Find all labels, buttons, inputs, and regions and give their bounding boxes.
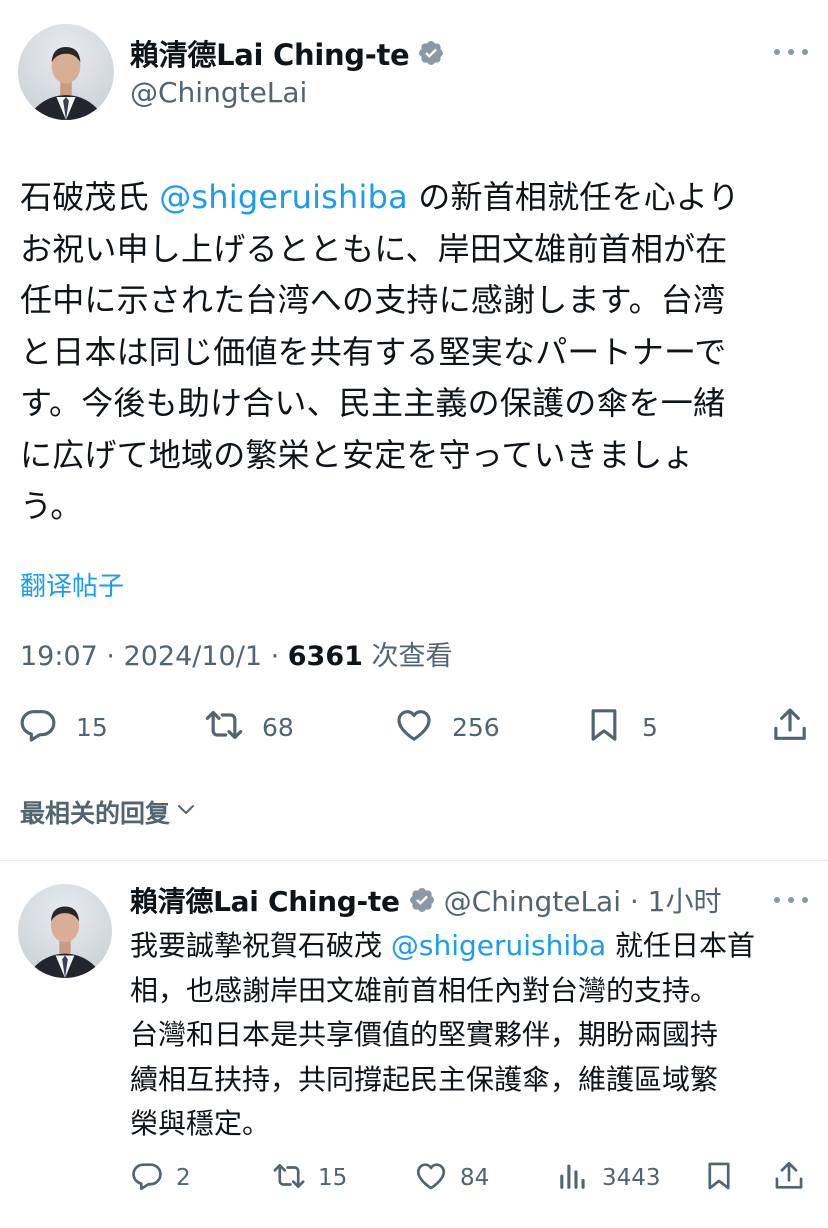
- repost-icon: [272, 1159, 306, 1197]
- reply-author-avatar[interactable]: [18, 884, 112, 978]
- views-count: 6361: [287, 641, 363, 672]
- reply-header: 賴清德Lai Ching-te @ChingteLai · 1小时: [130, 880, 722, 920]
- tweet-text-after: の新首相就任を心より お祝い申し上げるとともに、岸田文雄前首相が在 任中に示され…: [20, 178, 740, 525]
- like-button[interactable]: 84: [414, 1156, 489, 1200]
- more-dot: [802, 49, 808, 55]
- meta-separator: ·: [262, 641, 288, 672]
- tweet-text: 石破茂氏 @shigeruishiba の新首相就任を心より お祝い申し上げると…: [20, 172, 820, 533]
- repost-button[interactable]: 68: [204, 700, 294, 754]
- tweet-meta: 19:07 · 2024/10/1 · 6361 次查看: [20, 634, 453, 673]
- repost-count: 15: [318, 1165, 348, 1191]
- chevron-down-icon: [170, 797, 198, 827]
- share-button[interactable]: [770, 700, 810, 754]
- more-icon[interactable]: [774, 888, 808, 912]
- author-name[interactable]: 賴清德Lai Ching-te: [130, 32, 445, 74]
- like-count: 84: [460, 1165, 490, 1191]
- more-dot: [774, 897, 780, 903]
- views-button[interactable]: 3443: [556, 1156, 661, 1200]
- repost-button[interactable]: 15: [272, 1156, 347, 1200]
- like-count: 256: [452, 712, 500, 742]
- share-button[interactable]: [772, 1156, 806, 1200]
- divider: [0, 860, 828, 861]
- replies-sort-dropdown[interactable]: 最相关的回复: [20, 794, 198, 830]
- reply-icon: [130, 1159, 164, 1197]
- views-count: 3443: [602, 1165, 661, 1191]
- bookmark-button[interactable]: [702, 1156, 736, 1200]
- verified-icon: [417, 39, 445, 67]
- views-icon: [556, 1159, 590, 1197]
- reply-author-name[interactable]: 賴清德Lai Ching-te: [130, 880, 400, 920]
- more-dot: [788, 897, 794, 903]
- reply-text-before: 我要誠摯祝賀石破茂: [130, 929, 391, 962]
- tweet-text-before: 石破茂氏: [20, 178, 160, 216]
- repost-icon: [204, 705, 244, 749]
- more-dot: [788, 49, 794, 55]
- reply-text: 我要誠摯祝賀石破茂 @shigeruishiba 就任日本首 相，也感謝岸田文雄…: [130, 924, 820, 1147]
- translate-post-link[interactable]: 翻译帖子: [20, 566, 124, 603]
- more-icon[interactable]: [774, 40, 808, 64]
- reply-handle-time[interactable]: @ChingteLai · 1小时: [444, 880, 722, 920]
- like-button[interactable]: 256: [394, 700, 500, 754]
- mention-link[interactable]: @shigeruishiba: [159, 178, 408, 216]
- bookmark-button[interactable]: 5: [584, 700, 658, 754]
- bookmark-count: 5: [642, 712, 658, 742]
- share-icon: [770, 705, 810, 749]
- bookmark-icon: [702, 1159, 736, 1197]
- reply-button[interactable]: 2: [130, 1156, 191, 1200]
- mention-link[interactable]: @shigeruishiba: [391, 929, 606, 962]
- more-dot: [774, 49, 780, 55]
- reply-actions: 2 15 84 3443: [130, 1156, 810, 1200]
- reply-count: 15: [76, 712, 108, 742]
- verified-icon: [408, 886, 436, 914]
- views-label: 次查看: [371, 641, 453, 672]
- bookmark-icon: [584, 705, 624, 749]
- author-avatar[interactable]: [18, 24, 114, 120]
- like-icon: [394, 705, 434, 749]
- author-name-text: 賴清德Lai Ching-te: [130, 38, 410, 72]
- author-handle[interactable]: @ChingteLai: [130, 76, 307, 109]
- reply-icon: [18, 705, 58, 749]
- reply-count: 2: [176, 1165, 191, 1191]
- repost-count: 68: [262, 712, 294, 742]
- meta-separator: ·: [97, 641, 124, 672]
- replies-sort-label: 最相关的回复: [20, 799, 171, 828]
- more-dot: [802, 897, 808, 903]
- tweet-time[interactable]: 19:07: [20, 641, 98, 672]
- like-icon: [414, 1159, 448, 1197]
- tweet-actions: 15 68 256 5: [18, 700, 810, 754]
- share-icon: [772, 1159, 806, 1197]
- reply-button[interactable]: 15: [18, 700, 108, 754]
- tweet-date[interactable]: 2024/10/1: [124, 641, 262, 672]
